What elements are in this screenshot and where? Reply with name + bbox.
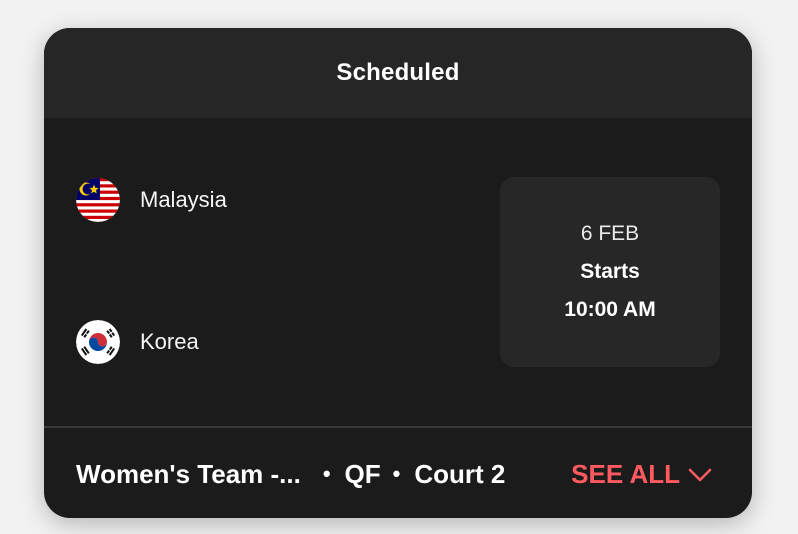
court-label: Court 2 (414, 458, 506, 489)
match-date: 6 FEB (580, 222, 640, 245)
event-name: Women's Team -... (76, 458, 301, 489)
match-time-box: 6 FEB Starts 10:00 AM (500, 177, 720, 367)
match-footer: Women's Team -... • QF • Court 2 SEE ALL (76, 454, 720, 494)
see-all-label: SEE ALL (571, 458, 680, 489)
korea-flag-icon (76, 320, 120, 364)
malaysia-flag-icon (76, 178, 120, 222)
team-name: Malaysia (140, 187, 227, 212)
team-name: Korea (140, 329, 199, 354)
match-time: 10:00 AM (564, 298, 656, 321)
divider (44, 426, 752, 428)
chevron-down-icon (688, 459, 712, 490)
see-all-button[interactable]: SEE ALL (571, 454, 712, 494)
match-card: Scheduled Malaysia Korea 6 FEB Starts 10… (44, 28, 752, 518)
team-row-korea: Korea (76, 320, 199, 364)
separator-dot: • (322, 461, 331, 486)
team-row-malaysia: Malaysia (76, 178, 227, 222)
card-header: Scheduled (44, 28, 752, 118)
status-title: Scheduled (336, 59, 460, 86)
round-label: QF (344, 458, 381, 489)
starts-label: Starts (580, 260, 640, 283)
separator-dot: • (392, 461, 401, 486)
